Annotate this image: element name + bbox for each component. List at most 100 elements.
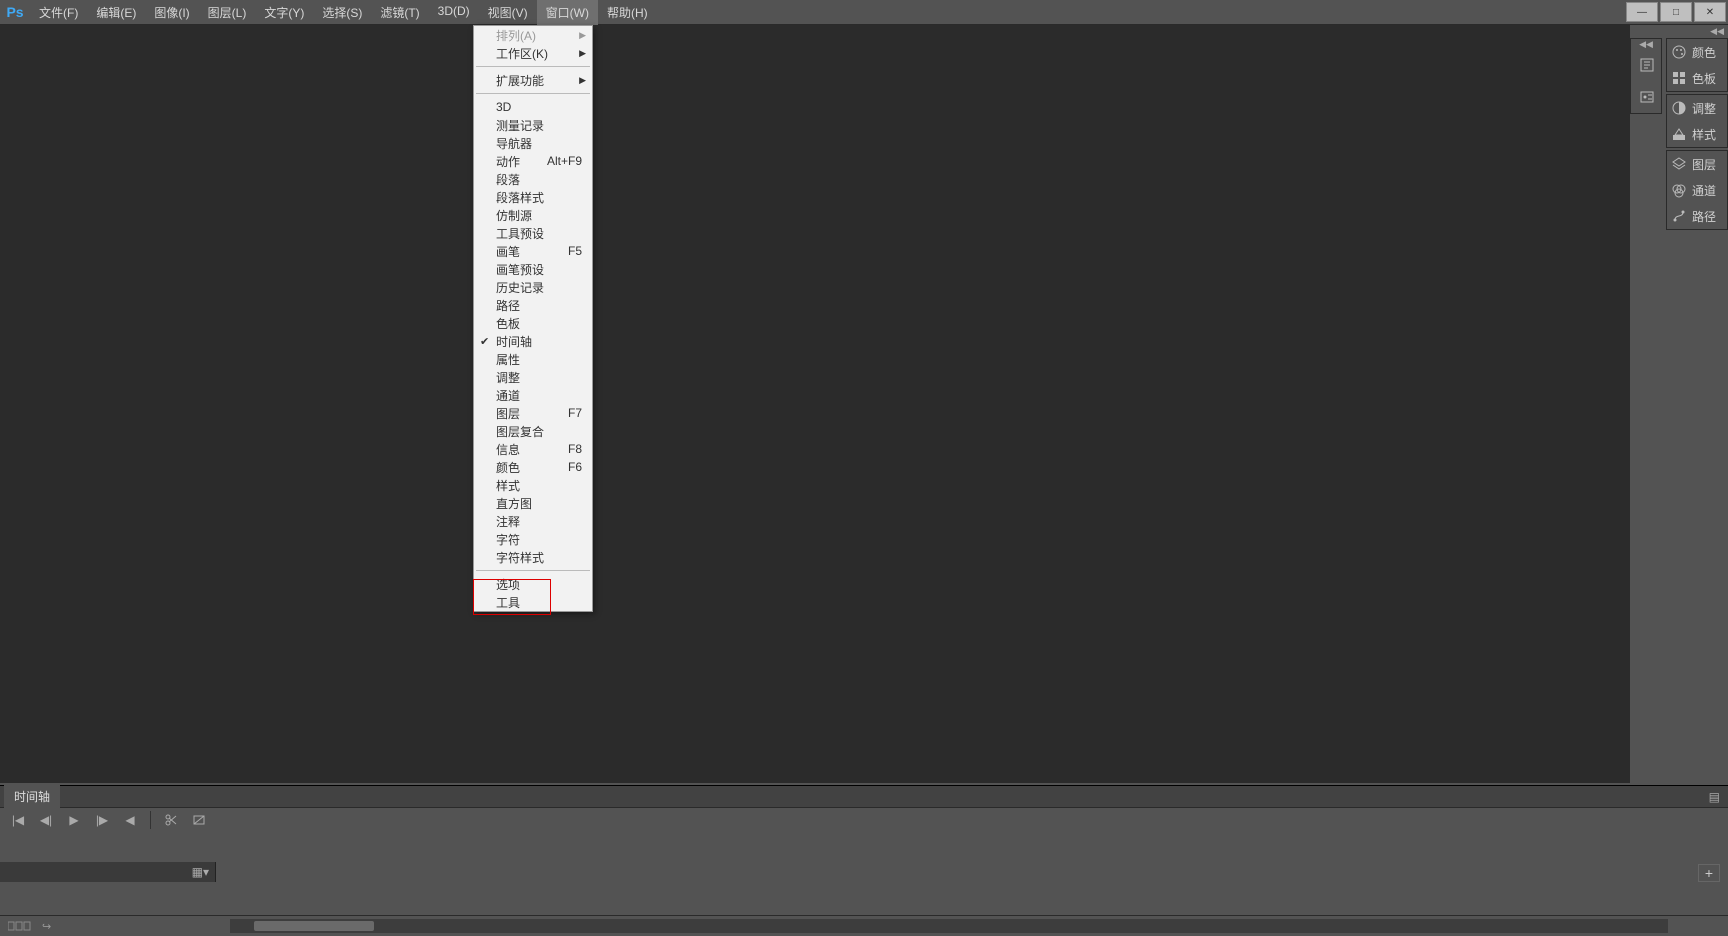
next-frame-button[interactable]: |▶ xyxy=(90,810,114,830)
menu-image[interactable]: 图像(I) xyxy=(145,0,198,25)
menu-character[interactable]: 字符 xyxy=(474,530,592,548)
panel-tab-paths[interactable]: 路径 xyxy=(1667,203,1727,229)
menu-workspace[interactable]: 工作区(K) ▶ xyxy=(474,44,592,62)
maximize-button[interactable]: □ xyxy=(1660,2,1692,22)
label: 属性 xyxy=(496,351,520,368)
minimize-button[interactable]: — xyxy=(1626,2,1658,22)
panel-tab-swatches[interactable]: 色板 xyxy=(1667,65,1727,91)
menu-brush-presets[interactable]: 画笔预设 xyxy=(474,260,592,278)
menu-3d[interactable]: 3D(D) xyxy=(429,0,479,25)
status-zoom[interactable] xyxy=(8,921,32,931)
label: 调整 xyxy=(496,369,520,386)
panel-label: 路径 xyxy=(1692,208,1716,225)
menu-properties[interactable]: 属性 xyxy=(474,350,592,368)
scrollbar-thumb[interactable] xyxy=(254,921,374,931)
menu-history[interactable]: 历史记录 xyxy=(474,278,592,296)
menu-separator xyxy=(476,93,590,94)
status-arrow[interactable]: ↪ xyxy=(42,920,51,933)
menu-adjustments[interactable]: 调整 xyxy=(474,368,592,386)
play-button[interactable]: ▶ xyxy=(62,810,86,830)
app-logo: Ps xyxy=(0,0,30,25)
label: 字符样式 xyxy=(496,549,544,566)
timeline-tabbar: 时间轴 ▤ xyxy=(0,786,1728,808)
separator xyxy=(150,811,151,829)
timeline-panel: 时间轴 ▤ |◀ ◀| ▶ |▶ ◀ ▦▾ + xyxy=(0,785,1728,915)
timeline-track-header[interactable]: ▦▾ xyxy=(0,862,216,882)
panel-tab-styles[interactable]: 样式 xyxy=(1667,121,1727,147)
menu-arrange[interactable]: 排列(A) ▶ xyxy=(474,26,592,44)
prev-frame-button[interactable]: ◀| xyxy=(34,810,58,830)
track-menu-icon[interactable]: ▦▾ xyxy=(192,865,209,879)
menu-clone-source[interactable]: 仿制源 xyxy=(474,206,592,224)
label: 选项 xyxy=(496,576,520,593)
check-icon: ✔ xyxy=(480,335,489,348)
swatches-icon xyxy=(1671,70,1687,86)
menu-paragraph[interactable]: 段落 xyxy=(474,170,592,188)
properties-panel-icon-button[interactable] xyxy=(1631,81,1663,113)
menu-paths[interactable]: 路径 xyxy=(474,296,592,314)
menu-timeline[interactable]: ✔ 时间轴 xyxy=(474,332,592,350)
menu-navigator[interactable]: 导航器 xyxy=(474,134,592,152)
timeline-track-area[interactable]: ▦▾ + xyxy=(0,832,1728,892)
panel-tab-adjustments[interactable]: 调整 xyxy=(1667,95,1727,121)
timeline-tab[interactable]: 时间轴 xyxy=(4,785,60,808)
menu-info[interactable]: 信息 F8 xyxy=(474,440,592,458)
menu-type[interactable]: 文字(Y) xyxy=(255,0,313,25)
menu-extensions[interactable]: 扩展功能 ▶ xyxy=(474,71,592,89)
split-clip-button[interactable] xyxy=(159,810,183,830)
panel-tab-channels[interactable]: 通道 xyxy=(1667,177,1727,203)
menu-channels[interactable]: 通道 xyxy=(474,386,592,404)
right-panels: 颜色 色板 调整 样式 图层 xyxy=(1666,38,1728,230)
menu-para-styles[interactable]: 段落样式 xyxy=(474,188,592,206)
properties-icon xyxy=(1639,89,1655,105)
menu-window[interactable]: 窗口(W) xyxy=(537,0,598,25)
menu-edit[interactable]: 编辑(E) xyxy=(87,0,145,25)
menu-layer-comps[interactable]: 图层复合 xyxy=(474,422,592,440)
canvas-area[interactable] xyxy=(0,25,1630,783)
shortcut: F5 xyxy=(568,244,582,258)
menu-workspace-label: 工作区(K) xyxy=(496,45,548,62)
menu-tools[interactable]: 工具 xyxy=(474,593,592,611)
menu-filter[interactable]: 滤镜(T) xyxy=(371,0,428,25)
label: 直方图 xyxy=(496,495,532,512)
transition-button[interactable] xyxy=(187,810,211,830)
menu-view[interactable]: 视图(V) xyxy=(479,0,537,25)
menu-histogram[interactable]: 直方图 xyxy=(474,494,592,512)
panel-tab-color[interactable]: 颜色 xyxy=(1667,39,1727,65)
menu-separator xyxy=(476,66,590,67)
timeline-scrollbar[interactable] xyxy=(230,919,1668,933)
menu-actions[interactable]: 动作 Alt+F9 xyxy=(474,152,592,170)
menu-layer[interactable]: 图层(L) xyxy=(199,0,256,25)
panel-menu-button[interactable]: ▤ xyxy=(1709,790,1720,804)
history-panel-icon-button[interactable] xyxy=(1631,49,1663,81)
menu-char-styles[interactable]: 字符样式 xyxy=(474,548,592,566)
menu-swatches[interactable]: 色板 xyxy=(474,314,592,332)
collapse-arrows-icon[interactable]: ◀◀ xyxy=(1631,39,1661,49)
menu-brush[interactable]: 画笔 F5 xyxy=(474,242,592,260)
menu-styles[interactable]: 样式 xyxy=(474,476,592,494)
channels-icon xyxy=(1671,182,1687,198)
menu-arrange-label: 排列(A) xyxy=(496,27,536,44)
menu-layers[interactable]: 图层 F7 xyxy=(474,404,592,422)
go-to-first-frame-button[interactable]: |◀ xyxy=(6,810,30,830)
audio-mute-button[interactable]: ◀ xyxy=(118,810,142,830)
menu-tool-presets[interactable]: 工具预设 xyxy=(474,224,592,242)
menu-color[interactable]: 颜色 F6 xyxy=(474,458,592,476)
panel-label: 调整 xyxy=(1692,100,1716,117)
styles-icon xyxy=(1671,126,1687,142)
panel-tab-layers[interactable]: 图层 xyxy=(1667,151,1727,177)
menu-options[interactable]: 选项 xyxy=(474,575,592,593)
menu-measure-log[interactable]: 测量记录 xyxy=(474,116,592,134)
panels-collapse-toggle[interactable]: ◀◀ xyxy=(1630,26,1728,38)
menu-3d-panel[interactable]: 3D xyxy=(474,98,592,116)
close-button[interactable]: ✕ xyxy=(1694,2,1726,22)
paths-icon xyxy=(1671,208,1687,224)
menu-select[interactable]: 选择(S) xyxy=(313,0,371,25)
add-media-button[interactable]: + xyxy=(1698,864,1720,882)
menu-file[interactable]: 文件(F) xyxy=(30,0,87,25)
label: 字符 xyxy=(496,531,520,548)
adjustments-icon xyxy=(1671,100,1687,116)
menu-help[interactable]: 帮助(H) xyxy=(598,0,657,25)
menu-notes[interactable]: 注释 xyxy=(474,512,592,530)
shortcut: Alt+F9 xyxy=(547,154,582,168)
